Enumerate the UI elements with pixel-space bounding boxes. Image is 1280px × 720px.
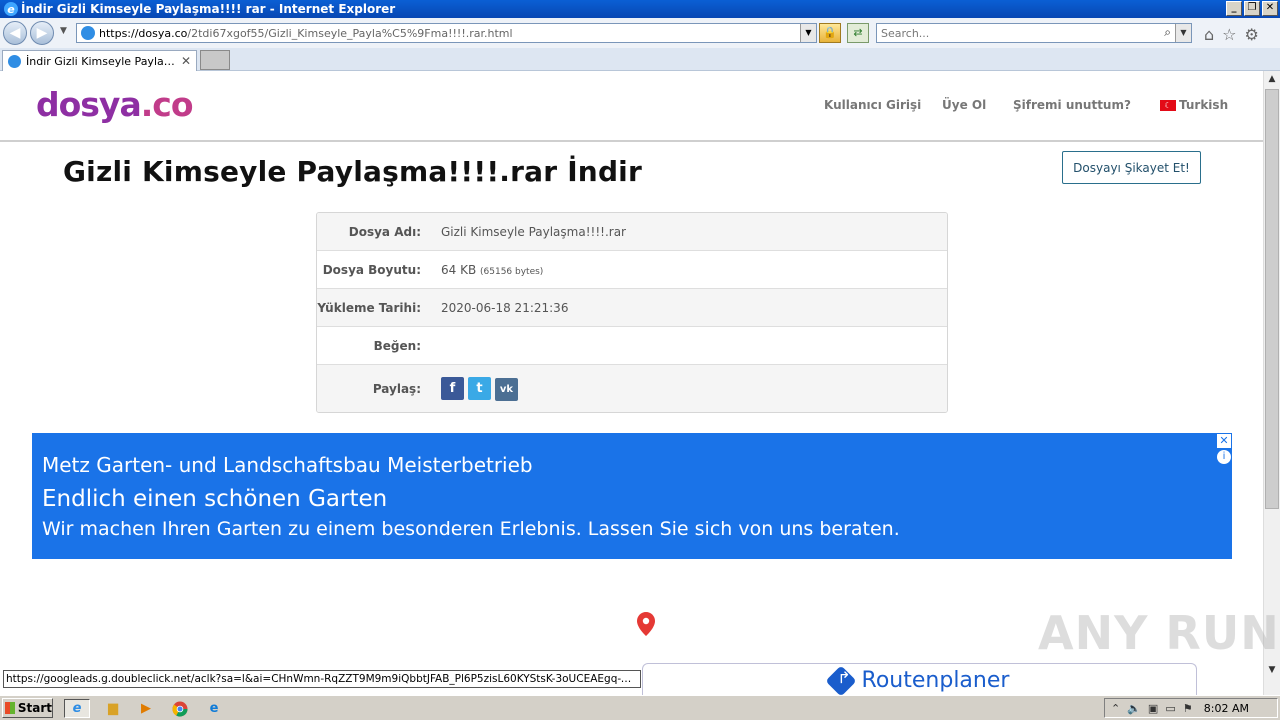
refresh-icon[interactable]: ⇄ xyxy=(847,23,869,43)
home-icon[interactable]: ⌂ xyxy=(1204,25,1214,44)
table-row: Dosya Boyutu: 64 KB (65156 bytes) xyxy=(317,251,947,289)
upload-date-value: 2020-06-18 21:21:36 xyxy=(441,300,569,315)
close-window-button[interactable]: ✕ xyxy=(1262,1,1278,16)
route-planner-button[interactable]: Routenplaner xyxy=(642,663,1197,697)
taskbar-explorer-icon[interactable]: ▆ xyxy=(100,699,126,718)
file-size-label: Dosya Boyutu: xyxy=(322,262,421,277)
start-label: Start xyxy=(17,701,52,715)
like-label: Beğen: xyxy=(373,338,421,353)
tray-expand-icon[interactable]: ⌃ xyxy=(1111,702,1120,715)
register-link[interactable]: Üye Ol xyxy=(942,98,986,112)
url-domain: https://dosya.co xyxy=(99,26,188,40)
star-icon[interactable]: ☆ xyxy=(1222,25,1236,44)
back-button[interactable]: ◀ xyxy=(3,21,27,45)
search-input[interactable]: Search... ⌕ ▼ xyxy=(876,23,1192,43)
scroll-up-icon[interactable]: ▲ xyxy=(1264,71,1280,88)
taskbar-chrome-icon[interactable] xyxy=(167,699,193,718)
gear-icon[interactable]: ⚙ xyxy=(1245,25,1259,44)
file-size-kb: 64 KB xyxy=(441,262,477,277)
lock-icon[interactable]: 🔒 xyxy=(819,23,841,43)
ie-logo-icon: e xyxy=(4,2,18,16)
logo-text: dosya xyxy=(36,85,142,124)
table-row: Paylaş: f t vk xyxy=(317,365,947,412)
vk-icon[interactable]: vk xyxy=(495,378,518,401)
recent-pages-dropdown[interactable]: ▼ xyxy=(60,26,67,36)
page-title: Gizli Kimseyle Paylaşma!!!!.rar İndir xyxy=(63,155,642,188)
facebook-icon[interactable]: f xyxy=(441,377,464,400)
logo-suffix: .co xyxy=(140,85,194,124)
tab-bar: İndir Gizli Kimseyle Paylaşma!... ✕ xyxy=(0,48,1280,71)
file-name-value: Gizli Kimseyle Paylaşma!!!!.rar xyxy=(441,224,626,239)
anyrun-watermark: ANY RUN xyxy=(1038,606,1280,660)
url-path: /2tdi67xgof55/Gizli_Kimseyle_Payla%C5%9F… xyxy=(187,26,513,40)
flag-icon[interactable]: ⚑ xyxy=(1183,702,1193,715)
ad-info-icon[interactable]: i xyxy=(1217,450,1231,464)
language-label: Turkish xyxy=(1179,98,1229,112)
system-tray: ⌃ 🔈 ▣ ▭ ⚑ 8:02 AM xyxy=(1104,698,1278,718)
forgot-password-link[interactable]: Şifremi unuttum? xyxy=(1013,98,1131,112)
file-size-value: 64 KB (65156 bytes) xyxy=(441,263,543,277)
language-selector[interactable]: ☾ Turkish xyxy=(1160,98,1228,112)
table-row: Beğen: xyxy=(317,327,947,365)
taskbar-ie-icon[interactable]: e xyxy=(64,699,90,718)
site-header: dosya.co Kullanıcı Girişi Üye Ol Şifremi… xyxy=(0,71,1263,142)
table-row: Yükleme Tarihi: 2020-06-18 21:21:36 xyxy=(317,289,947,327)
clock[interactable]: 8:02 AM xyxy=(1204,702,1249,715)
forward-button[interactable]: ▶ xyxy=(30,21,54,45)
restore-button[interactable]: ❐ xyxy=(1244,1,1260,16)
address-toolbar: ◀ ▶ ▼ https://dosya.co/2tdi67xgof55/Gizl… xyxy=(0,18,1280,48)
scroll-thumb[interactable] xyxy=(1265,89,1279,509)
new-tab-button[interactable] xyxy=(200,50,230,70)
ad-banner[interactable]: Metz Garten- und Landschaftsbau Meisterb… xyxy=(32,433,1232,559)
vertical-scrollbar[interactable]: ▲ ▼ xyxy=(1263,71,1280,695)
search-dropdown-icon[interactable]: ▼ xyxy=(1175,24,1191,42)
tray-icons: ⌃ 🔈 ▣ ▭ ⚑ xyxy=(1111,702,1193,715)
scroll-down-icon[interactable]: ▼ xyxy=(1264,662,1280,679)
address-dropdown-icon[interactable]: ▼ xyxy=(800,24,816,42)
minimize-button[interactable]: _ xyxy=(1226,1,1242,16)
file-info-table: Dosya Adı: Gizli Kimseyle Paylaşma!!!!.r… xyxy=(316,212,948,413)
network-icon[interactable]: ▣ xyxy=(1148,702,1158,715)
map-pin-icon[interactable] xyxy=(637,612,655,636)
start-button[interactable]: Start xyxy=(2,698,53,718)
window-titlebar: e İndir Gizli Kimseyle Paylaşma!!!! rar … xyxy=(0,0,1280,18)
login-link[interactable]: Kullanıcı Girişi xyxy=(824,98,921,112)
ad-headline[interactable]: Endlich einen schönen Garten xyxy=(42,486,387,512)
tab-close-icon[interactable]: ✕ xyxy=(181,54,191,68)
share-label: Paylaş: xyxy=(372,382,421,396)
search-placeholder: Search... xyxy=(881,26,930,40)
tab-favicon-icon xyxy=(8,54,21,68)
directions-icon xyxy=(824,664,857,697)
window-title: İndir Gizli Kimseyle Paylaşma!!!! rar - … xyxy=(21,2,396,16)
route-planner-label: Routenplaner xyxy=(861,668,1010,693)
battery-icon[interactable]: ▭ xyxy=(1165,702,1175,715)
turkish-flag-icon: ☾ xyxy=(1160,100,1176,111)
window-controls: _ ❐ ✕ xyxy=(1226,1,1278,16)
status-bar: https://googleads.g.doubleclick.net/aclk… xyxy=(3,670,641,688)
address-field[interactable]: https://dosya.co/2tdi67xgof55/Gizli_Kims… xyxy=(76,23,817,43)
report-file-button[interactable]: Dosyayı Şikayet Et! xyxy=(1062,151,1201,184)
page-icon xyxy=(81,26,95,40)
share-icons: f t vk xyxy=(441,377,522,401)
ad-close-icon[interactable]: ✕ xyxy=(1217,434,1231,448)
tab-current[interactable]: İndir Gizli Kimseyle Paylaşma!... ✕ xyxy=(2,50,197,71)
windows-logo-icon xyxy=(5,702,15,714)
file-size-bytes: (65156 bytes) xyxy=(480,266,544,277)
upload-date-label: Yükleme Tarihi: xyxy=(317,300,421,315)
ad-description[interactable]: Wir machen Ihren Garten zu einem besonde… xyxy=(42,518,900,540)
table-row: Dosya Adı: Gizli Kimseyle Paylaşma!!!!.r… xyxy=(317,213,947,251)
taskbar-edge-icon[interactable]: e xyxy=(201,699,227,718)
toolbar-icons: ⌂ ☆ ⚙ xyxy=(1204,25,1259,44)
tab-title: İndir Gizli Kimseyle Paylaşma!... xyxy=(26,54,176,68)
volume-icon[interactable]: 🔈 xyxy=(1127,702,1141,715)
site-logo[interactable]: dosya.co xyxy=(36,85,193,124)
file-name-label: Dosya Adı: xyxy=(348,224,421,239)
search-icon[interactable]: ⌕ xyxy=(1164,25,1171,40)
ad-advertiser[interactable]: Metz Garten- und Landschaftsbau Meisterb… xyxy=(42,453,533,477)
taskbar-media-player-icon[interactable]: ▶ xyxy=(133,699,159,718)
taskbar: Start e ▆ ▶ e ⌃ 🔈 ▣ ▭ ⚑ 8:02 AM xyxy=(0,695,1280,720)
twitter-icon[interactable]: t xyxy=(468,377,491,400)
